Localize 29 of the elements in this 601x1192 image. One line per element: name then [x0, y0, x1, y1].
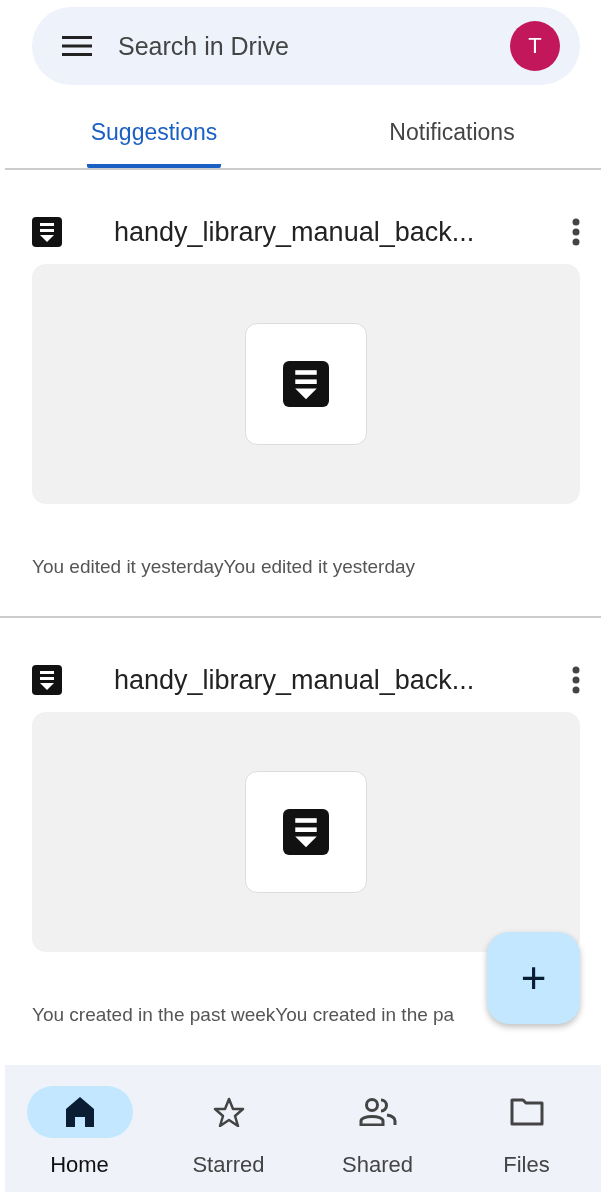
- new-button[interactable]: +: [487, 932, 580, 1024]
- document-icon: [283, 809, 329, 855]
- menu-icon[interactable]: [62, 36, 92, 56]
- tab[interactable]: Notifications: [385, 119, 519, 168]
- tab[interactable]: Suggestions: [86, 119, 222, 168]
- file-name[interactable]: handy_library_manual_back...: [114, 216, 572, 248]
- nav-item[interactable]: Shared: [303, 1065, 452, 1192]
- home-icon: [65, 1097, 94, 1127]
- document-icon: [32, 665, 62, 695]
- document-icon: [32, 217, 62, 247]
- nav-label: Home: [50, 1152, 109, 1178]
- search-bar[interactable]: Search in Drive T: [32, 7, 580, 85]
- file-name[interactable]: handy_library_manual_back...: [114, 664, 572, 696]
- file-caption: You edited it yesterdayYou edited it yesterday: [32, 556, 416, 578]
- search-field[interactable]: Search in Drive: [116, 30, 510, 62]
- more-options-icon[interactable]: [572, 218, 580, 246]
- folder-icon: [509, 1098, 544, 1126]
- nav-label: Shared: [342, 1152, 413, 1178]
- nav-item[interactable]: Home: [5, 1065, 154, 1192]
- nav-item[interactable]: Files: [452, 1065, 601, 1192]
- more-options-icon[interactable]: [572, 666, 580, 694]
- account-avatar[interactable]: T: [510, 21, 560, 71]
- star-icon: [212, 1097, 245, 1127]
- file-caption: You created in the past weekYou created in the pa: [32, 1004, 455, 1026]
- people-icon: [358, 1098, 397, 1126]
- nav-label: Files: [503, 1152, 550, 1178]
- nav-label: Starred: [192, 1152, 265, 1178]
- document-icon: [283, 361, 329, 407]
- nav-item[interactable]: Starred: [154, 1065, 303, 1192]
